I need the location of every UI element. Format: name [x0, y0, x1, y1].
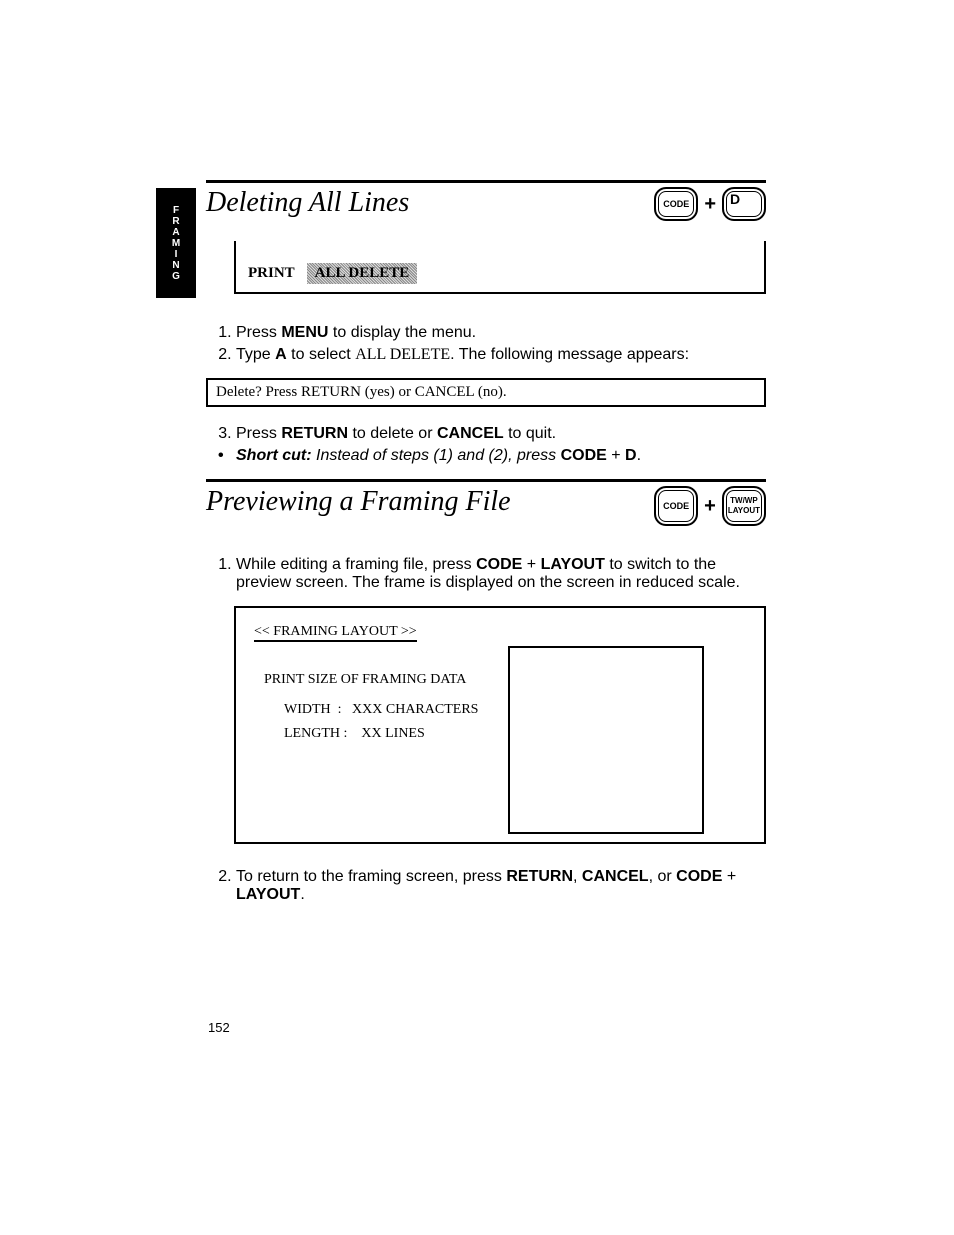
section-tab-label: FRAMING — [171, 205, 182, 282]
menu-line: PRINT ALL DELETE — [248, 263, 752, 284]
plus-icon: + — [702, 193, 718, 216]
section1-header: Deleting All Lines CODE + D — [206, 180, 766, 221]
section1-steps: Press MENU to display the menu. Type A t… — [206, 324, 766, 364]
menu-strip: PRINT ALL DELETE — [234, 241, 766, 294]
section2-header: Previewing a Framing File CODE + TW/WP L… — [206, 479, 766, 526]
plus-icon-2: + — [702, 495, 718, 518]
print-label: PRINT — [248, 265, 295, 282]
step-3: Press RETURN to delete or CANCEL to quit… — [236, 425, 766, 443]
section2-steps-cont: To return to the framing screen, press R… — [206, 868, 766, 904]
section1-keycombo: CODE + D — [654, 187, 766, 221]
section2-steps: While editing a framing file, press CODE… — [206, 556, 766, 592]
section1-steps-cont: Press RETURN to delete or CANCEL to quit… — [206, 425, 766, 465]
section1-title: Deleting All Lines — [206, 187, 409, 219]
prompt-text: Delete? Press RETURN (yes) or CANCEL (no… — [216, 384, 507, 400]
sec2-step-2: To return to the framing screen, press R… — [236, 868, 766, 904]
page-content: Deleting All Lines CODE + D PRINT ALL DE… — [206, 180, 766, 918]
layout-screen: << FRAMING LAYOUT >> PRINT SIZE OF FRAMI… — [234, 606, 766, 844]
sec2-step-1: While editing a framing file, press CODE… — [236, 556, 766, 592]
shortcut-line: Short cut: Instead of steps (1) and (2),… — [218, 447, 766, 465]
section2-keycombo: CODE + TW/WP LAYOUT — [654, 486, 766, 526]
prompt-box: Delete? Press RETURN (yes) or CANCEL (no… — [206, 378, 766, 407]
section-tab: FRAMING — [156, 188, 196, 298]
section2-title: Previewing a Framing File — [206, 486, 511, 518]
key-d: D — [722, 187, 766, 221]
manual-page: FRAMING Deleting All Lines CODE + D PRIN… — [0, 0, 954, 1235]
key-layout: TW/WP LAYOUT — [722, 486, 766, 526]
step-2: Type A to select ALL DELETE. The followi… — [236, 346, 766, 364]
key-code: CODE — [654, 187, 698, 221]
menu-item-all-delete: ALL DELETE — [307, 263, 418, 284]
key-code-2: CODE — [654, 486, 698, 526]
page-number: 152 — [208, 1020, 230, 1035]
step-1: Press MENU to display the menu. — [236, 324, 766, 342]
preview-rectangle — [508, 646, 704, 834]
layout-title: << FRAMING LAYOUT >> — [254, 624, 417, 642]
